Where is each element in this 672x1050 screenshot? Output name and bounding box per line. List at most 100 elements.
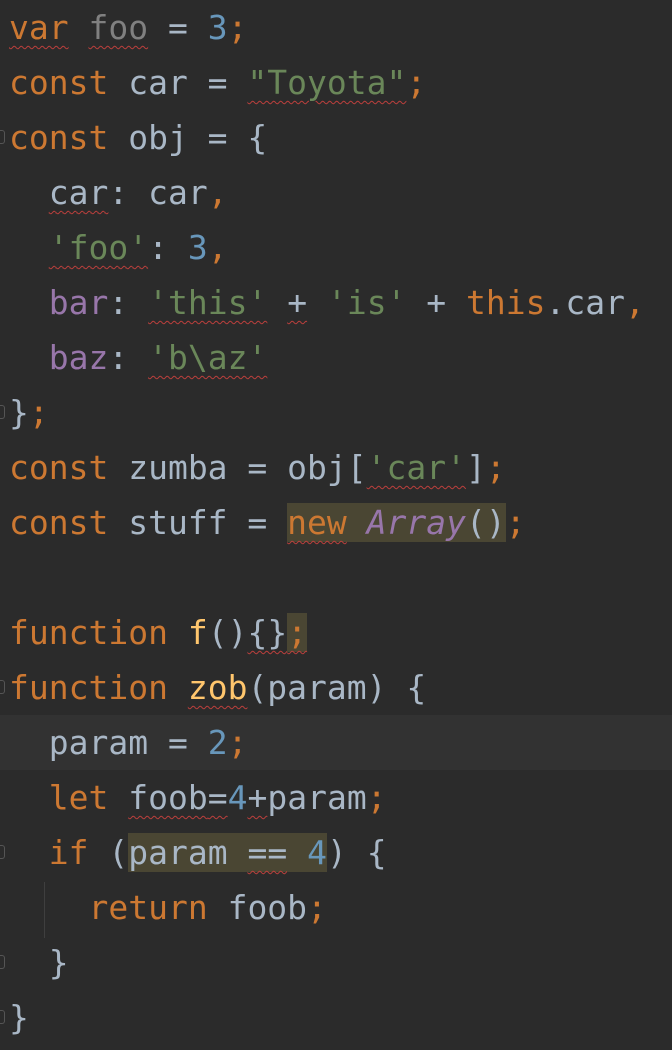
code-token: ; xyxy=(406,63,427,102)
code-token: 3 xyxy=(207,8,228,47)
code-token: + xyxy=(406,283,467,322)
code-token: } xyxy=(9,998,29,1037)
code-token: = xyxy=(207,778,228,817)
code-token: foo xyxy=(88,8,149,47)
code-token: ; xyxy=(227,723,248,762)
code-token: const xyxy=(9,63,109,102)
code-text: param = 2; xyxy=(9,715,248,770)
fold-marker-icon[interactable] xyxy=(0,955,5,969)
code-token: = xyxy=(148,8,208,47)
code-token: ; xyxy=(505,503,526,542)
code-line[interactable]: function zob(param) { xyxy=(0,660,672,715)
code-line[interactable]: const car = "Toyota"; xyxy=(0,55,672,110)
code-token: == xyxy=(247,833,288,872)
code-token: 'car' xyxy=(366,448,466,487)
fold-marker-icon[interactable] xyxy=(0,845,5,859)
code-line[interactable]: var foo = 3; xyxy=(0,0,672,55)
code-token: ; xyxy=(485,448,506,487)
code-token: , xyxy=(207,173,228,212)
code-token: obj = { xyxy=(108,118,268,157)
code-line[interactable]: let foob=4+param; xyxy=(0,770,672,825)
code-token: zumba = obj[ xyxy=(108,448,367,487)
code-token: param = xyxy=(9,723,208,762)
code-token: ; xyxy=(287,613,308,652)
code-text: } xyxy=(9,990,29,1045)
code-token: if xyxy=(48,833,89,872)
code-token: ; xyxy=(307,888,327,927)
code-text: function zob(param) { xyxy=(9,660,426,715)
code-token: 2 xyxy=(207,723,228,762)
code-line[interactable]: if (param == 4) { xyxy=(0,825,672,880)
code-line[interactable] xyxy=(0,550,672,605)
code-token: car = xyxy=(108,63,248,102)
code-text: 'foo': 3, xyxy=(9,220,228,275)
code-line[interactable]: } xyxy=(0,990,672,1045)
code-token: {} xyxy=(247,613,288,652)
code-token: const xyxy=(9,118,109,157)
fold-marker-icon[interactable] xyxy=(0,130,5,144)
code-line[interactable]: baz: 'b\az' xyxy=(0,330,672,385)
code-token: () xyxy=(465,503,506,542)
code-text: baz: 'b\az' xyxy=(9,330,268,385)
fold-marker-icon[interactable] xyxy=(0,680,5,694)
code-line[interactable]: function f(){}; xyxy=(0,605,672,660)
code-token: + xyxy=(287,283,308,322)
code-token: this xyxy=(466,283,546,322)
code-token: } xyxy=(9,393,29,432)
code-token: function xyxy=(9,613,168,652)
code-editor[interactable]: var foo = 3; const car = "Toyota"; const o… xyxy=(0,0,672,1050)
code-token: , xyxy=(207,228,228,267)
code-line[interactable]: 'foo': 3, xyxy=(0,220,672,275)
code-token: + xyxy=(247,778,268,817)
code-token: baz xyxy=(48,338,109,377)
code-token: 'foo' xyxy=(48,228,149,267)
code-token: .car xyxy=(545,283,626,322)
code-token xyxy=(346,503,367,542)
code-token: f xyxy=(187,613,208,652)
code-line[interactable]: param = 2; xyxy=(0,715,672,770)
code-token: const xyxy=(9,448,109,487)
code-text: car: car, xyxy=(9,165,228,220)
code-token: : xyxy=(108,338,149,377)
code-text: if (param == 4) { xyxy=(9,825,387,880)
code-token: foob xyxy=(207,888,308,927)
code-token: : xyxy=(148,228,188,267)
code-line[interactable]: const obj = { xyxy=(0,110,672,165)
code-text: return foob; xyxy=(9,880,327,935)
code-text: const obj = { xyxy=(9,110,267,165)
code-token: ] xyxy=(465,448,486,487)
code-token: car xyxy=(48,173,109,212)
code-line[interactable]: bar: 'this' + 'is' + this.car, xyxy=(0,275,672,330)
code-token: , xyxy=(625,283,645,322)
code-token: ) { xyxy=(326,833,387,872)
code-token: const xyxy=(9,503,109,542)
code-token: var xyxy=(9,8,69,47)
code-token: stuff = xyxy=(108,503,288,542)
code-text: function f(){}; xyxy=(9,605,308,660)
code-token: ( xyxy=(88,833,129,872)
code-line[interactable]: }; xyxy=(0,385,672,440)
code-line[interactable]: car: car, xyxy=(0,165,672,220)
code-line[interactable]: return foob; xyxy=(0,880,672,935)
fold-marker-icon[interactable] xyxy=(0,1010,5,1024)
code-token: (param) { xyxy=(247,668,427,707)
code-token: } xyxy=(9,943,69,982)
code-token: param xyxy=(267,778,367,817)
code-token: bar xyxy=(48,283,109,322)
code-line[interactable]: } xyxy=(0,935,672,990)
code-token: 4 xyxy=(227,778,248,817)
fold-marker-icon[interactable] xyxy=(0,405,5,419)
code-text: const car = "Toyota"; xyxy=(9,55,426,110)
code-line[interactable]: const stuff = new Array(); xyxy=(0,495,672,550)
code-line[interactable]: const zumba = obj['car']; xyxy=(0,440,672,495)
code-token: return xyxy=(88,888,208,927)
